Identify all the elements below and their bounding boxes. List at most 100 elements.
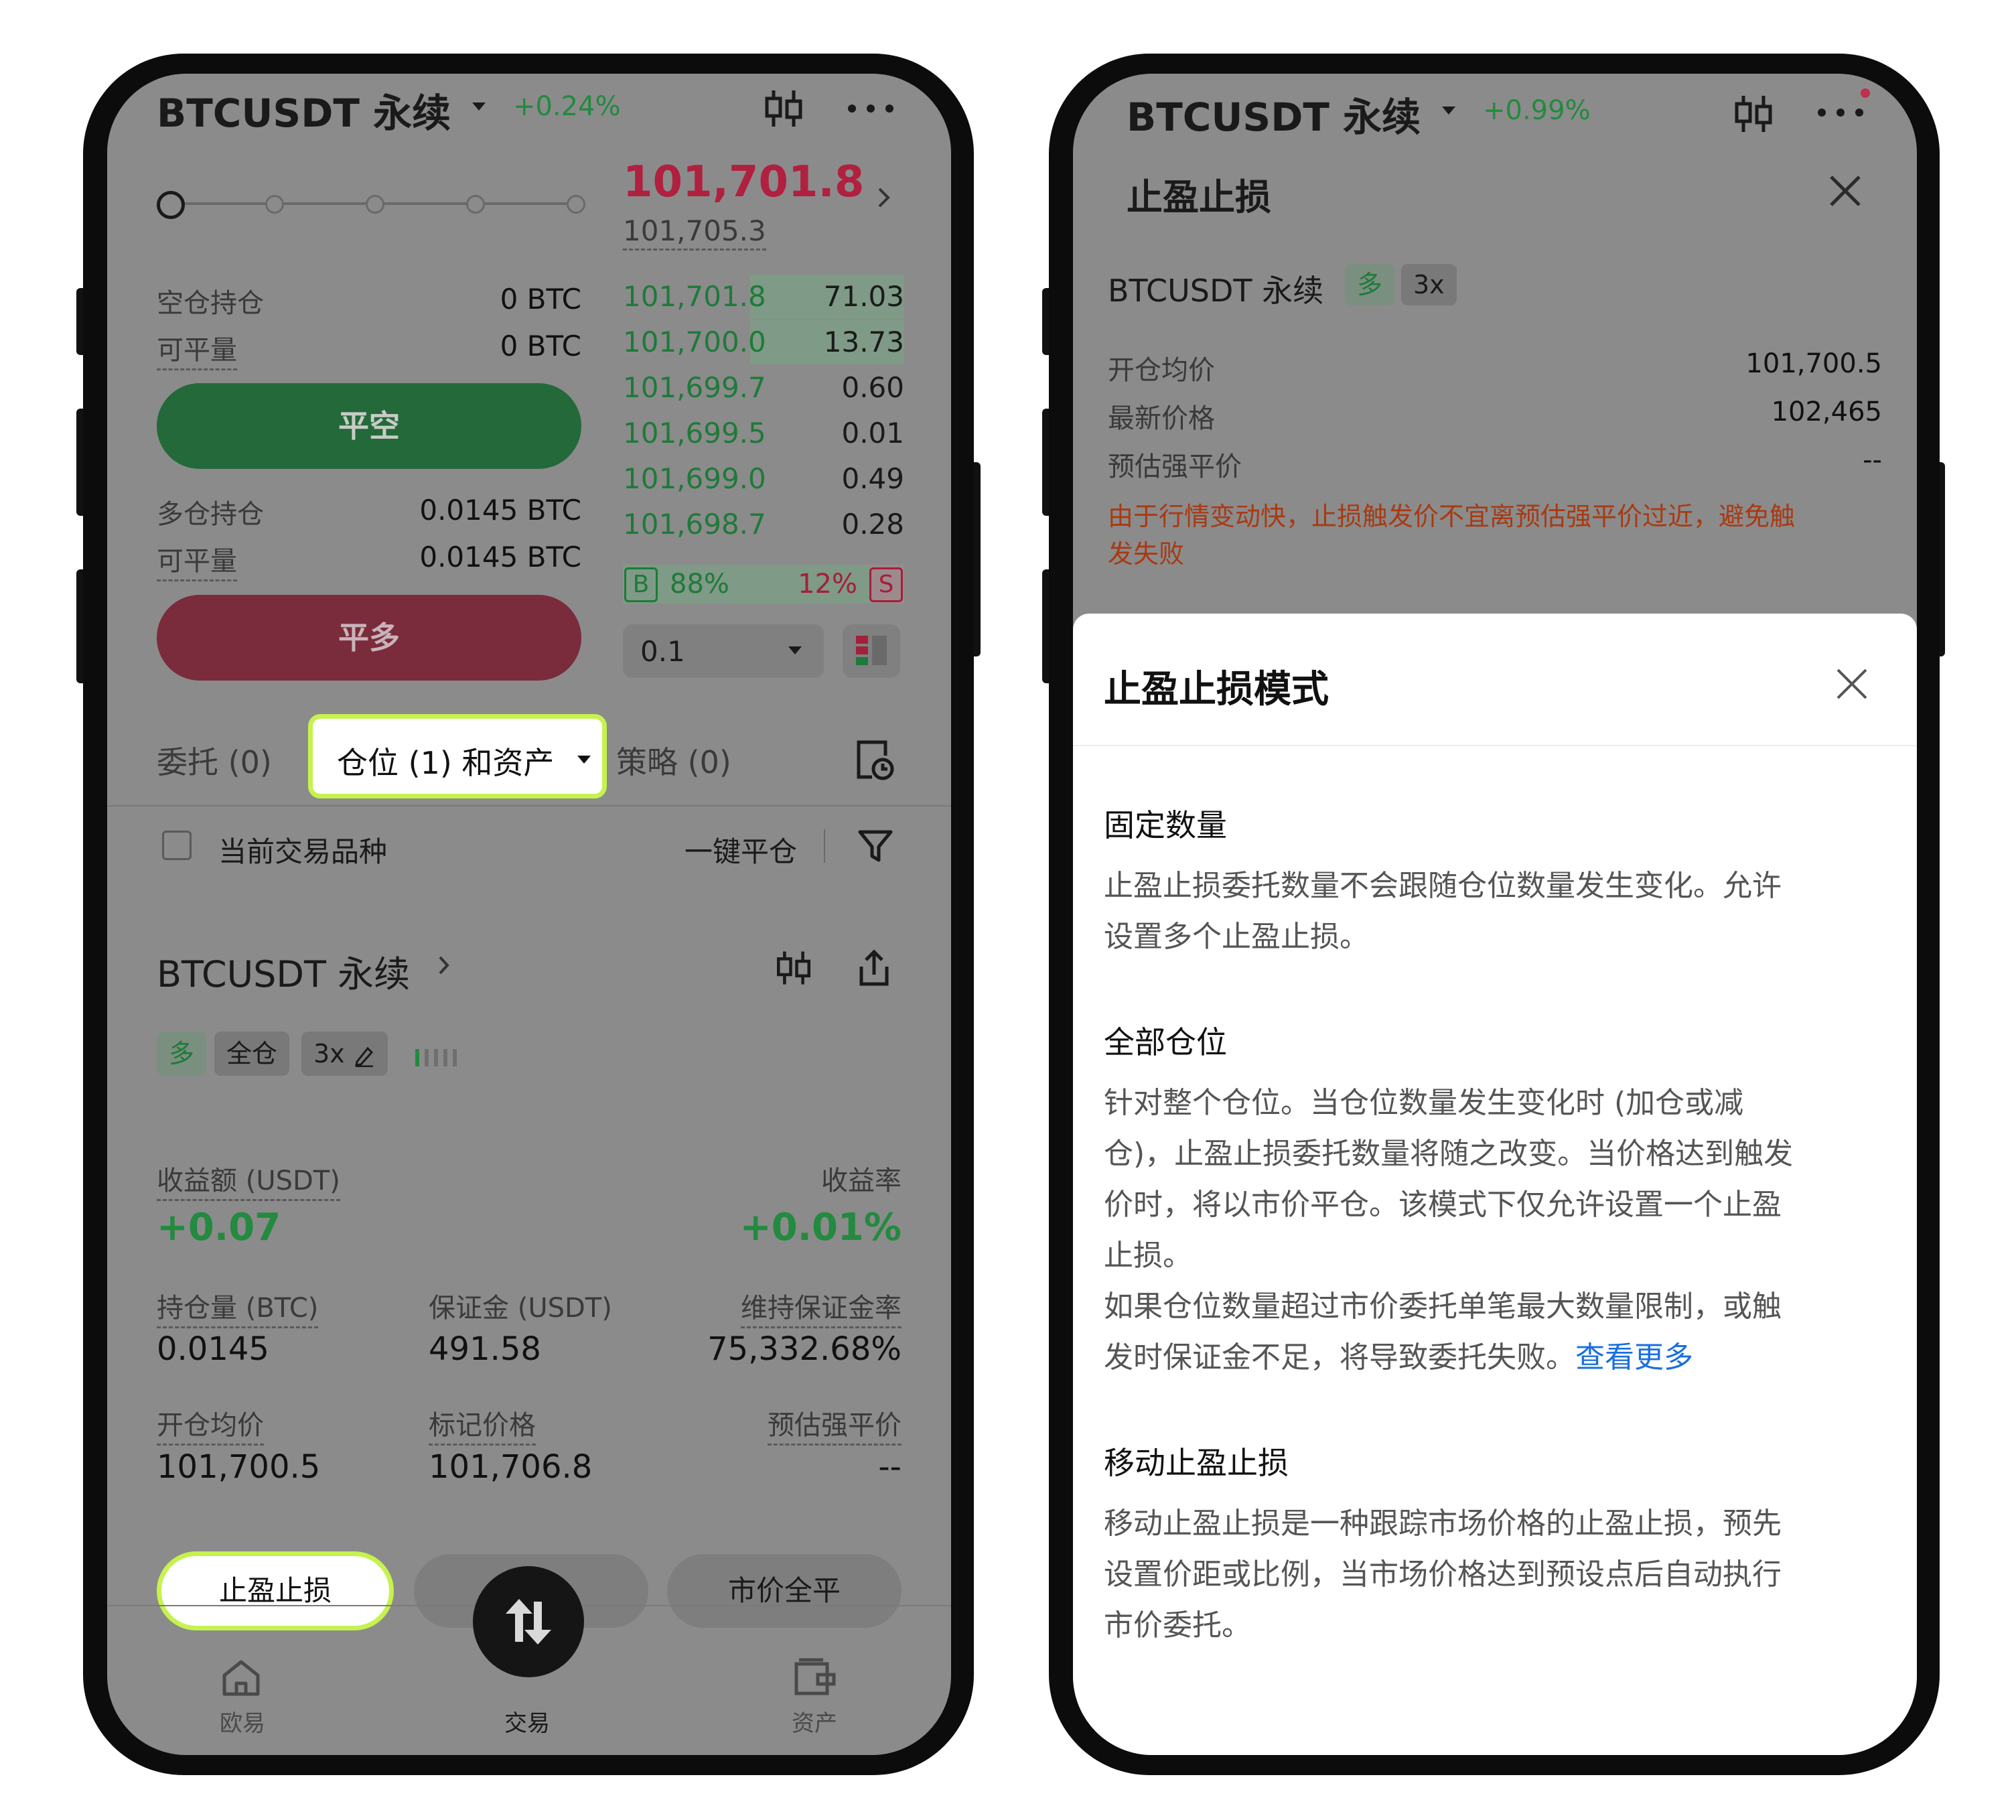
market-close-all-button[interactable]: 市价全平	[667, 1554, 902, 1628]
close-long-button[interactable]: 平多	[157, 595, 581, 681]
liq-price-value: --	[1863, 445, 1882, 476]
orderbook-row[interactable]: 101,699.5 0.01	[623, 411, 904, 456]
history-icon[interactable]	[852, 737, 899, 784]
liq-price-label: 预估强平价	[1108, 451, 1242, 482]
entry-price-value: 101,700.5	[1745, 348, 1882, 379]
trade-swap-icon[interactable]	[473, 1566, 584, 1677]
wallet-icon[interactable]	[788, 1651, 841, 1702]
buy-sell-ratio: B 88% 12% S	[623, 565, 904, 604]
share-icon[interactable]	[851, 944, 897, 991]
section-heading: 全部仓位	[1104, 1024, 1227, 1060]
orderbook-row[interactable]: 101,699.0 0.49	[623, 457, 904, 501]
entry-price-value: 101,700.5	[157, 1448, 321, 1486]
tab-orders[interactable]: 委托 (0)	[157, 738, 272, 782]
nav-assets-label[interactable]: 资产	[792, 1705, 837, 1738]
tab-positions[interactable]: 仓位 (1) 和资产	[308, 714, 607, 798]
maint-margin-value: 75,332.68%	[707, 1330, 902, 1368]
header-change: +0.24%	[513, 91, 621, 122]
tab-strategy[interactable]: 策略 (0)	[616, 738, 731, 782]
orderbook-price: 101,698.7	[623, 508, 766, 541]
chevron-right-icon[interactable]	[871, 181, 897, 214]
more-icon[interactable]	[844, 94, 897, 123]
roe-label: 收益率	[821, 1166, 902, 1196]
pnl-value: +0.07	[157, 1206, 281, 1249]
buy-percent: 88%	[670, 569, 729, 600]
section-heading: 移动止盈止损	[1104, 1445, 1289, 1481]
short-closable-value: 0 BTC	[500, 330, 581, 362]
mark-price: 101,705.3	[623, 214, 766, 251]
orderbook-row[interactable]: 101,698.7 0.28	[623, 502, 904, 547]
chevron-right-icon[interactable]	[434, 949, 454, 982]
nav-trade-label[interactable]: 交易	[504, 1705, 550, 1738]
section-text: 设置价距或比例，当市场价格达到预设点后自动执行	[1104, 1557, 1782, 1592]
header-symbol[interactable]: BTCUSDT 永续	[1127, 86, 1421, 142]
side-tag: 多	[157, 1032, 207, 1076]
header-symbol[interactable]: BTCUSDT 永续	[157, 82, 451, 138]
pnl-label: 收益额 (USDT)	[157, 1159, 340, 1201]
tpsl-mode-sheet: 止盈止损模式 固定数量 止盈止损委托数量不会跟随仓位数量发生变化。允许 设置多个…	[1073, 614, 1917, 1755]
position-symbol[interactable]: BTCUSDT 永续	[157, 944, 410, 997]
chevron-down-icon	[788, 646, 802, 654]
chevron-down-icon[interactable]	[469, 96, 489, 117]
section-text: 仓)，止盈止损委托数量将随之改变。当价格达到触发	[1104, 1137, 1794, 1171]
close-icon[interactable]	[1828, 660, 1875, 707]
warning-line-1: 由于行情变动快，止损触发价不宜离预估强平价过近，避免触	[1108, 502, 1796, 531]
buy-tag: B	[624, 567, 658, 602]
section-text: 针对整个仓位。当仓位数量发生变化时 (加仓或减	[1104, 1086, 1744, 1120]
entry-price-label: 开仓均价	[1108, 355, 1215, 386]
panel-symbol: BTCUSDT 永续	[1108, 273, 1324, 309]
orderbook-row[interactable]: 101,701.8 71.03	[623, 275, 904, 319]
filter-icon[interactable]	[852, 823, 899, 869]
tpsl-button[interactable]: 止盈止损	[157, 1551, 394, 1630]
latest-price-label: 最新价格	[1108, 403, 1215, 434]
margin-mode-tag: 全仓	[214, 1032, 290, 1076]
margin-value: 491.58	[429, 1330, 541, 1368]
mark-price-label: 标记价格	[429, 1403, 536, 1446]
section-text-last: 发时保证金不足，将导致委托失败。查看更多	[1104, 1340, 1693, 1375]
liq-price-label: 预估强平价	[768, 1403, 902, 1446]
orderbook-row[interactable]: 101,699.7 0.60	[623, 366, 904, 410]
margin-label: 保证金 (USDT)	[429, 1293, 612, 1324]
leverage-tag: 3x	[1401, 264, 1457, 305]
learn-more-link[interactable]: 查看更多	[1575, 1340, 1693, 1375]
maint-margin-label: 维持保证金率	[741, 1286, 902, 1328]
side-tag: 多	[1345, 264, 1395, 305]
section-text: 止损。	[1104, 1239, 1192, 1273]
orderbook[interactable]: 101,701.8 71.03 101,700.0 13.73 101,699.…	[623, 275, 904, 556]
section-text: 止盈止损委托数量不会跟随仓位数量发生变化。允许	[1104, 869, 1782, 903]
header-change: +0.99%	[1483, 95, 1591, 126]
orderbook-layout-icon[interactable]	[843, 624, 900, 678]
section-text: 价时，将以市价平仓。该模式下仅允许设置一个止盈	[1104, 1188, 1782, 1222]
candlestick-icon[interactable]	[770, 944, 817, 991]
candlestick-icon[interactable]	[757, 82, 810, 135]
section-text: 设置多个止盈止损。	[1104, 920, 1369, 954]
last-price: 101,701.8	[623, 157, 865, 207]
nav-home-label[interactable]: 欧易	[220, 1705, 265, 1738]
position-size-label: 持仓量 (BTC)	[157, 1286, 319, 1328]
orderbook-size: 0.28	[841, 508, 904, 541]
position-size-value: 0.0145	[157, 1330, 269, 1368]
depth-select[interactable]: 0.1	[623, 624, 824, 678]
candlestick-icon[interactable]	[1727, 87, 1780, 141]
more-icon[interactable]	[1814, 98, 1867, 127]
close-short-button[interactable]: 平空	[157, 383, 581, 469]
close-all-link[interactable]: 一键平仓	[685, 829, 797, 870]
leverage-tag[interactable]: 3x	[301, 1032, 388, 1076]
mark-price-value: 101,706.8	[429, 1448, 593, 1486]
chevron-down-icon[interactable]	[1439, 100, 1459, 121]
left-phone-screen: BTCUSDT 永续 +0.24% 101,701.8 101,705.3 空仓…	[107, 74, 951, 1755]
leverage-slider[interactable]	[157, 191, 585, 219]
liq-price-value: --	[878, 1448, 902, 1486]
current-symbol-checkbox[interactable]	[162, 831, 192, 860]
orderbook-size: 71.03	[823, 280, 904, 313]
orderbook-size: 13.73	[823, 326, 904, 358]
home-icon[interactable]	[214, 1655, 268, 1701]
orderbook-row[interactable]: 101,700.0 13.73	[623, 320, 904, 364]
chevron-down-icon	[577, 756, 591, 764]
orderbook-price: 101,699.0	[623, 462, 766, 495]
short-closable-label: 可平量	[157, 328, 237, 370]
orderbook-price: 101,699.5	[623, 417, 766, 449]
close-icon[interactable]	[1822, 167, 1869, 214]
long-closable-label: 可平量	[157, 539, 237, 581]
section-heading: 固定数量	[1104, 807, 1227, 843]
